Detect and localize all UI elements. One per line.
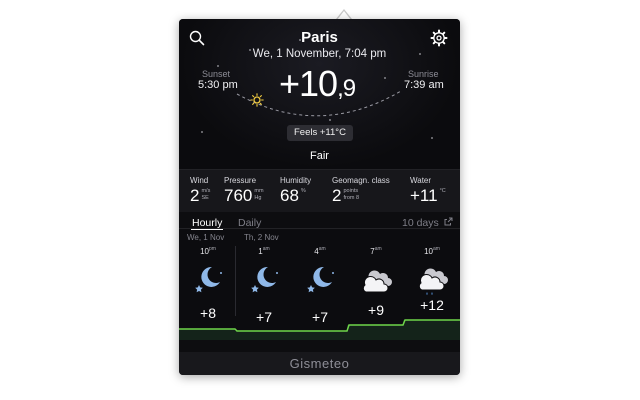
stat-water-unit: °C [440, 188, 446, 195]
stat-pressure-unit-bottom: Hg [254, 195, 262, 201]
sun-icon [250, 93, 264, 107]
stat-humidity-label: Humidity [280, 176, 312, 185]
forecast-temp: +7 [312, 309, 328, 325]
stat-geomagnetic-label: Geomagn. class [332, 176, 390, 185]
stat-wind-unit-top: m/s [201, 188, 211, 194]
forecast-hour-time: 10pm [180, 246, 236, 256]
stat-wind-label: Wind [190, 176, 209, 185]
forecast-hour-2: 1am +7 [236, 246, 292, 339]
forecast-hour-1: 10pm +8 [180, 246, 236, 339]
hour-period: am [262, 246, 270, 252]
hour-value: 10 [424, 247, 433, 256]
forecast-hour-time: 4am [292, 246, 348, 256]
hourly-forecast: We, 1 Nov Th, 2 Nov 10pm +8 1am +7 4am +… [179, 230, 460, 340]
stat-wind-unit: m/s SE [201, 188, 210, 202]
stat-wind-unit-bottom: SE [201, 195, 209, 201]
temperature-integer: +10 [279, 63, 338, 104]
hour-period: am [432, 246, 440, 252]
stat-wind-value: 2 [190, 186, 200, 205]
stat-geomagnetic-unit-bottom: from 8 [343, 195, 360, 201]
day-label-1: We, 1 Nov [187, 233, 225, 242]
forecast-temp: +12 [420, 297, 444, 313]
moon-stars-icon [251, 266, 278, 293]
stat-humidity-unit-top: % [300, 188, 306, 194]
stat-pressure-unit: mm Hg [254, 188, 263, 202]
stat-pressure-unit-top: mm [254, 188, 264, 194]
forecast-hour-3: 4am +7 [292, 246, 348, 339]
stat-water-unit-top: °C [439, 188, 446, 194]
temperature-fraction: ,9 [337, 75, 356, 102]
tabs-divider [179, 228, 460, 229]
stat-geomagnetic-unit-top: points [343, 188, 359, 194]
weather-stats-bar: Wind 2 m/s SE Pressure 760 mm Hg Humidity 68… [179, 169, 460, 213]
stat-water-label: Water [410, 176, 432, 185]
current-weather-header: Paris We, 1 November, 7:04 pm Sunset 5:3… [179, 19, 460, 169]
weather-widget: Paris We, 1 November, 7:04 pm Sunset 5:3… [179, 19, 460, 375]
weather-condition: Fair [310, 150, 329, 162]
external-link-icon [444, 217, 453, 226]
stat-water-value: +11 [410, 186, 438, 205]
stat-pressure: Pressure 760 mm Hg [224, 176, 264, 206]
day-label-2: Th, 2 Nov [244, 233, 279, 242]
hour-period: am [374, 246, 382, 252]
hour-period: pm [208, 246, 216, 252]
current-temperature: +10,9 [279, 63, 356, 105]
stat-pressure-value: 760 [224, 186, 253, 205]
stat-wind: Wind 2 m/s SE [190, 176, 210, 206]
stat-pressure-label: Pressure [224, 176, 257, 185]
stat-geomagnetic: Geomagn. class 2 points from 8 [332, 176, 390, 206]
forecast-hour-time: 7am [348, 246, 404, 256]
moon-stars-icon [307, 266, 334, 293]
stat-humidity: Humidity 68% [280, 176, 311, 206]
forecast-temp: +8 [200, 305, 216, 321]
feels-like-badge: Feels +11°C [287, 125, 353, 141]
cloudy-icon [362, 270, 392, 293]
forecast-hour-4: 7am +9 [348, 246, 404, 339]
forecast-hour-time: 1am [236, 246, 292, 256]
hour-period: am [318, 246, 326, 252]
forecast-temp: +7 [256, 309, 272, 325]
stat-humidity-value: 68 [280, 186, 299, 205]
stat-humidity-unit: % [301, 188, 306, 195]
stat-geomagnetic-unit: points from 8 [343, 188, 359, 202]
brand-footer[interactable]: Gismeteo [179, 352, 460, 375]
stat-water: Water +11 °C [410, 176, 446, 206]
forecast-hour-5: 10am +12 [404, 246, 460, 339]
stat-geomagnetic-value: 2 [332, 186, 342, 205]
cloud-rain-icon [418, 268, 448, 295]
forecast-hour-time: 10am [404, 246, 460, 256]
forecast-temp: +9 [368, 302, 384, 318]
moon-stars-icon [195, 266, 222, 293]
hour-value: 10 [200, 247, 209, 256]
